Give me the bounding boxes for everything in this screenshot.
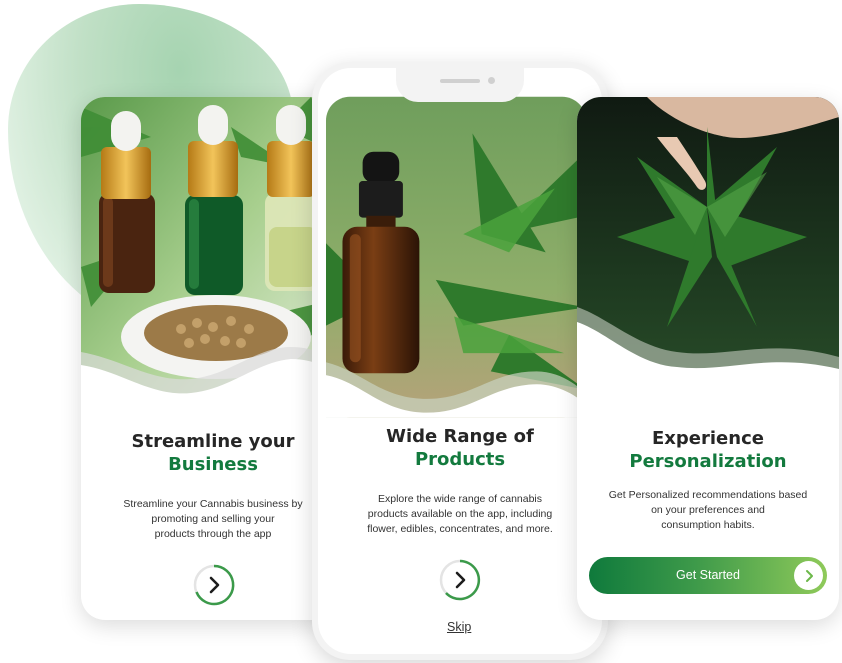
cannabis-leaf-hand-photo (577, 97, 839, 407)
title-line-2: Products (414, 449, 506, 470)
title-line-1: Wide Range of (386, 426, 534, 447)
chevron-right-icon (455, 571, 466, 589)
title-line-1: Experience (652, 428, 764, 449)
chevron-right-icon (209, 576, 220, 594)
next-button[interactable] (192, 563, 236, 607)
description-line: Streamline your Cannabis business by (123, 498, 303, 510)
cannabis-oil-bottles-photo (81, 97, 345, 417)
get-started-button[interactable]: Get Started (589, 557, 827, 594)
next-button[interactable] (438, 558, 482, 602)
skip-link[interactable]: Skip (447, 620, 471, 634)
phone-notch (396, 68, 524, 102)
description-line: products available on the app, including (367, 508, 553, 520)
get-started-label: Get Started (676, 568, 740, 582)
card-title: Wide Range of Products (312, 425, 608, 471)
description-line: consumption habits. (661, 519, 755, 531)
title-line-2: Business (168, 454, 258, 475)
description-line: promoting and selling your (151, 513, 275, 525)
card-description: Get Personalized recommendations based o… (583, 488, 833, 533)
card-title: Streamline your Business (81, 430, 345, 476)
description-line: Explore the wide range of cannabis (377, 493, 543, 505)
description-line: products through the app (154, 528, 272, 540)
title-line-2: Personalization (629, 451, 787, 472)
chevron-right-icon (794, 561, 823, 590)
onboarding-card-personalization: Experience Personalization Get Personali… (577, 97, 839, 620)
description-line: flower, edibles, concentrates, and more. (367, 523, 553, 535)
phone-frame: Wide Range of Products Explore the wide … (312, 62, 608, 660)
title-line-1: Streamline your (131, 431, 295, 452)
card-title: Experience Personalization (577, 427, 839, 473)
description-line: Get Personalized recommendations based (608, 489, 808, 501)
description-line: on your preferences and (651, 504, 765, 516)
card-description: Streamline your Cannabis business by pro… (91, 497, 335, 542)
cannabis-tincture-photo (326, 96, 586, 418)
onboarding-card-business: Streamline your Business Streamline your… (81, 97, 345, 620)
card-description: Explore the wide range of cannabis produ… (332, 492, 588, 537)
